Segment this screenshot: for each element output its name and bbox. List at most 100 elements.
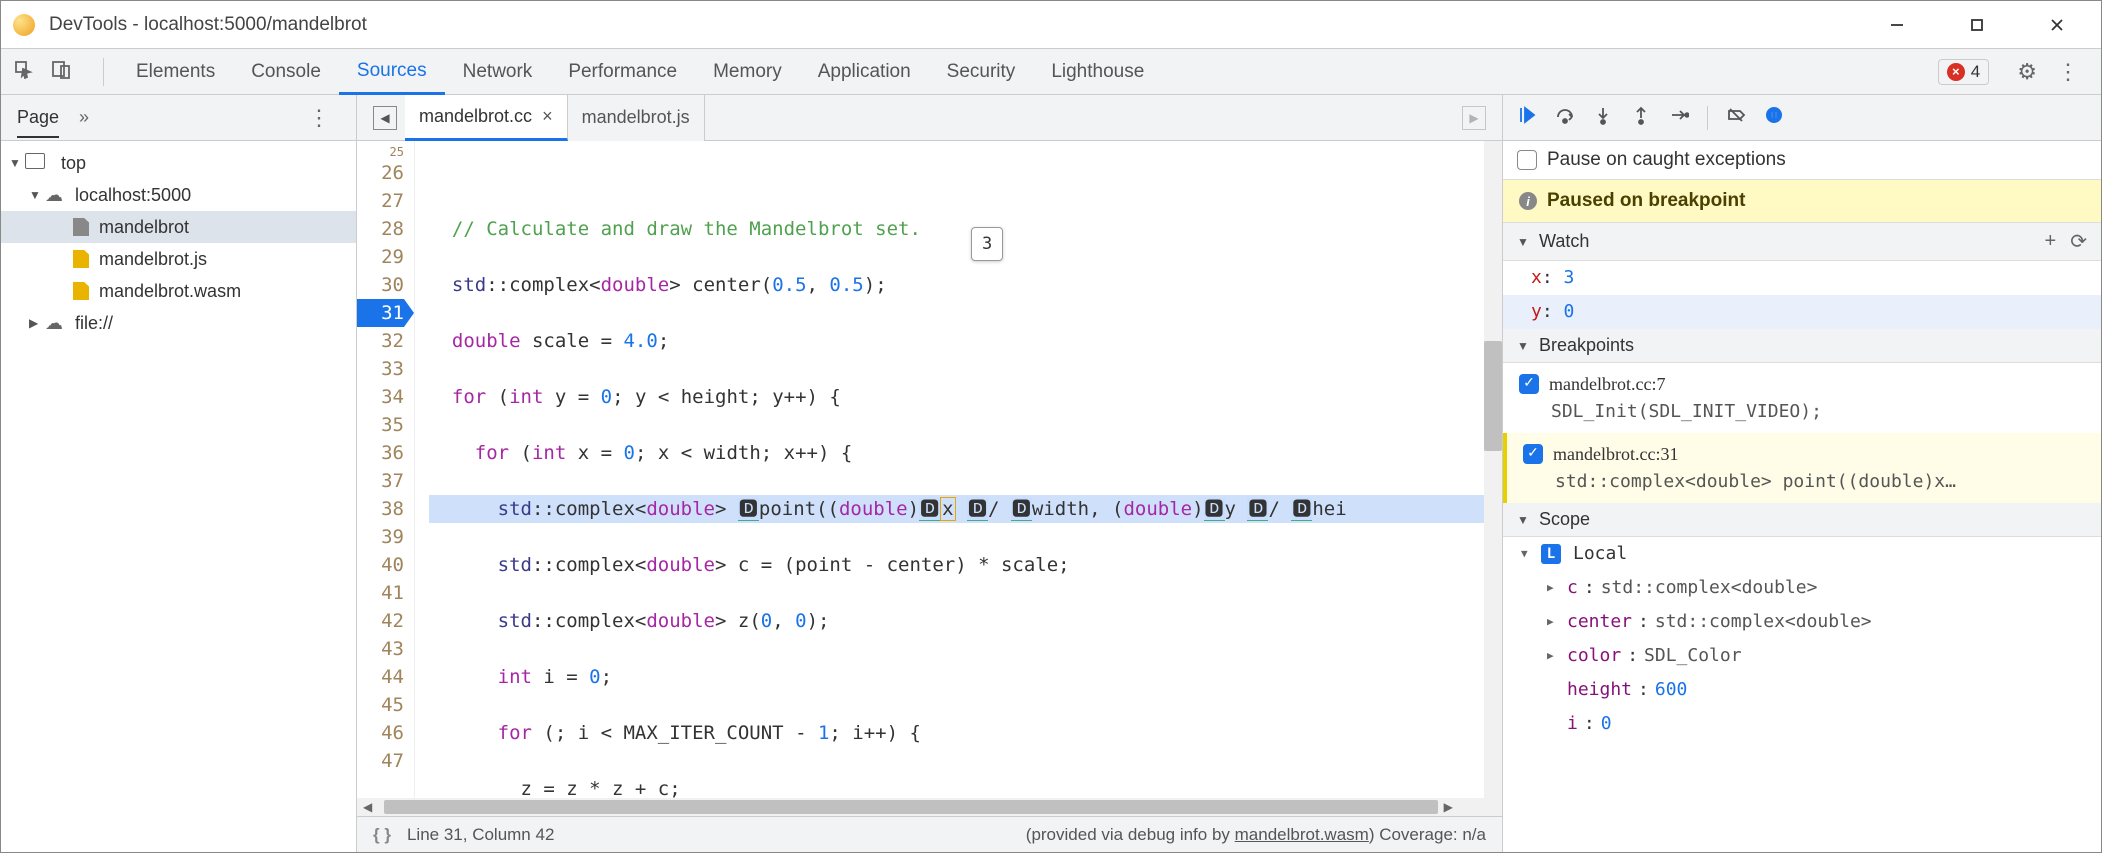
- device-toolbar-icon[interactable]: [51, 59, 71, 84]
- file-tree: ▼ top ▼ localhost:5000 mandelbrot mandel…: [1, 141, 356, 345]
- scope-variable[interactable]: ▶c: std::complex<double>: [1503, 571, 2101, 605]
- status-bar: { } Line 31, Column 42 (provided via deb…: [357, 816, 1502, 852]
- scope-variable[interactable]: ▶height: 600: [1503, 673, 2101, 707]
- vertical-scrollbar[interactable]: [1484, 141, 1502, 798]
- tab-network[interactable]: Network: [445, 49, 551, 95]
- collapse-arrow-icon[interactable]: ▼: [1517, 235, 1533, 249]
- watch-item[interactable]: y: 0: [1503, 295, 2101, 329]
- tab-security[interactable]: Security: [929, 49, 1034, 95]
- inspect-element-icon[interactable]: [13, 59, 33, 84]
- scope-section-header[interactable]: ▼ Scope: [1503, 503, 2101, 537]
- refresh-watch-icon[interactable]: ⟳: [2070, 229, 2087, 254]
- expand-arrow-icon[interactable]: ▶: [29, 316, 45, 330]
- navigator-sidebar: Page » ⋮ ▼ top ▼ localhost:5000 mandelbr…: [1, 95, 357, 852]
- tab-application[interactable]: Application: [800, 49, 929, 95]
- step-into-button[interactable]: [1593, 105, 1613, 131]
- checkbox-checked-icon[interactable]: ✓: [1523, 444, 1543, 464]
- breakpoints-section-header[interactable]: ▼ Breakpoints: [1503, 329, 2101, 363]
- tab-performance[interactable]: Performance: [550, 49, 695, 95]
- info-icon: i: [1519, 192, 1537, 210]
- deactivate-breakpoints-button[interactable]: [1726, 105, 1746, 131]
- nav-forward-icon[interactable]: ▶: [1462, 106, 1486, 130]
- minimize-button[interactable]: [1877, 5, 1917, 45]
- tree-top[interactable]: ▼ top: [1, 147, 356, 179]
- resume-button[interactable]: [1517, 105, 1537, 131]
- js-document-icon: [73, 250, 89, 268]
- breakpoint-code: std::complex<double> point((double)x…: [1523, 469, 2085, 495]
- step-button[interactable]: [1669, 105, 1689, 131]
- line-gutter[interactable]: 25 2627282930 31 32333435363738394041424…: [357, 141, 415, 798]
- collapse-arrow-icon[interactable]: ▼: [1517, 513, 1533, 527]
- pause-on-exceptions-button[interactable]: [1764, 105, 1784, 131]
- pretty-print-icon[interactable]: { }: [373, 825, 391, 845]
- separator: [103, 58, 104, 86]
- cursor-position: Line 31, Column 42: [407, 825, 554, 845]
- tab-console[interactable]: Console: [233, 49, 339, 95]
- file-tab-label: mandelbrot.cc: [419, 106, 532, 127]
- more-menu-icon[interactable]: ⋮: [2057, 59, 2079, 85]
- file-tab-label: mandelbrot.js: [582, 107, 690, 128]
- breakpoints-title: Breakpoints: [1539, 335, 1634, 356]
- file-tab[interactable]: mandelbrot.js: [568, 95, 705, 141]
- error-icon: ×: [1947, 63, 1965, 81]
- close-window-button[interactable]: [2037, 5, 2077, 45]
- maximize-button[interactable]: [1957, 5, 1997, 45]
- checkbox-icon[interactable]: [1517, 150, 1537, 170]
- close-tab-icon[interactable]: ×: [542, 106, 553, 127]
- banner-text: Paused on breakpoint: [1547, 190, 1745, 212]
- page-tab[interactable]: Page: [17, 97, 59, 138]
- horizontal-scrollbar[interactable]: ◀ ▶: [357, 798, 1502, 816]
- file-tab-active[interactable]: mandelbrot.cc ×: [405, 95, 568, 141]
- debug-info-link[interactable]: mandelbrot.wasm: [1235, 825, 1369, 844]
- watch-section-header[interactable]: ▼ Watch + ⟳: [1503, 223, 2101, 261]
- editor-tabs: ◀ mandelbrot.cc × mandelbrot.js ▶: [357, 95, 1502, 141]
- tree-label: mandelbrot.js: [99, 249, 207, 270]
- debug-info-text: (provided via debug info by mandelbrot.w…: [1026, 825, 1486, 845]
- scope-variable[interactable]: ▶i: 0: [1503, 707, 2101, 741]
- scroll-thumb[interactable]: [1484, 341, 1502, 451]
- step-over-button[interactable]: [1555, 105, 1575, 131]
- collapse-arrow-icon[interactable]: ▼: [1517, 339, 1533, 353]
- breakpoint-label: mandelbrot.cc:7: [1549, 371, 1665, 397]
- breakpoint-marker[interactable]: 31: [357, 299, 404, 327]
- nav-back-icon[interactable]: ◀: [373, 106, 397, 130]
- tree-file[interactable]: mandelbrot.wasm: [1, 275, 356, 307]
- scroll-thumb[interactable]: [384, 800, 1437, 814]
- code-editor[interactable]: 25 2627282930 31 32333435363738394041424…: [357, 141, 1502, 798]
- tab-sources[interactable]: Sources: [339, 49, 445, 95]
- scope-variable[interactable]: ▶color: SDL_Color: [1503, 639, 2101, 673]
- breakpoint-item-active[interactable]: ✓ mandelbrot.cc:31 std::complex<double> …: [1503, 433, 2101, 503]
- code-content[interactable]: // Calculate and draw the Mandelbrot set…: [415, 141, 1484, 798]
- main-toolbar: Elements Console Sources Network Perform…: [1, 49, 2101, 95]
- watch-item[interactable]: x: 3: [1503, 261, 2101, 295]
- tab-elements[interactable]: Elements: [118, 49, 233, 95]
- scope-variable[interactable]: ▶center: std::complex<double>: [1503, 605, 2101, 639]
- tree-file[interactable]: mandelbrot.js: [1, 243, 356, 275]
- hover-tooltip: 3: [971, 227, 1003, 261]
- document-icon: [73, 218, 89, 236]
- step-out-button[interactable]: [1631, 105, 1651, 131]
- add-watch-icon[interactable]: +: [2045, 230, 2057, 253]
- error-count-badge[interactable]: × 4: [1938, 59, 1989, 85]
- scope-local[interactable]: ▼ L Local: [1503, 537, 2101, 571]
- expand-arrow-icon[interactable]: ▼: [9, 156, 25, 170]
- expand-arrow-icon[interactable]: ▼: [29, 188, 45, 202]
- tree-file-scheme[interactable]: ▶ file://: [1, 307, 356, 339]
- pause-on-caught-label: Pause on caught exceptions: [1547, 149, 1786, 171]
- checkbox-checked-icon[interactable]: ✓: [1519, 374, 1539, 394]
- more-tabs-icon[interactable]: »: [79, 107, 89, 128]
- breakpoint-item[interactable]: ✓ mandelbrot.cc:7 SDL_Init(SDL_INIT_VIDE…: [1503, 363, 2101, 433]
- cloud-icon: [45, 185, 63, 206]
- tab-memory[interactable]: Memory: [695, 49, 800, 95]
- collapse-arrow-icon[interactable]: ▼: [1521, 541, 1535, 567]
- tab-lighthouse[interactable]: Lighthouse: [1033, 49, 1162, 95]
- settings-gear-icon[interactable]: ⚙: [2017, 59, 2037, 85]
- tree-origin[interactable]: ▼ localhost:5000: [1, 179, 356, 211]
- tree-label: top: [61, 153, 86, 174]
- separator: [1707, 106, 1708, 130]
- sidebar-menu-icon[interactable]: ⋮: [308, 105, 330, 131]
- wasm-document-icon: [73, 282, 89, 300]
- pause-on-caught-checkbox[interactable]: Pause on caught exceptions: [1503, 141, 2101, 179]
- tree-file[interactable]: mandelbrot: [1, 211, 356, 243]
- window-titlebar: DevTools - localhost:5000/mandelbrot: [1, 1, 2101, 49]
